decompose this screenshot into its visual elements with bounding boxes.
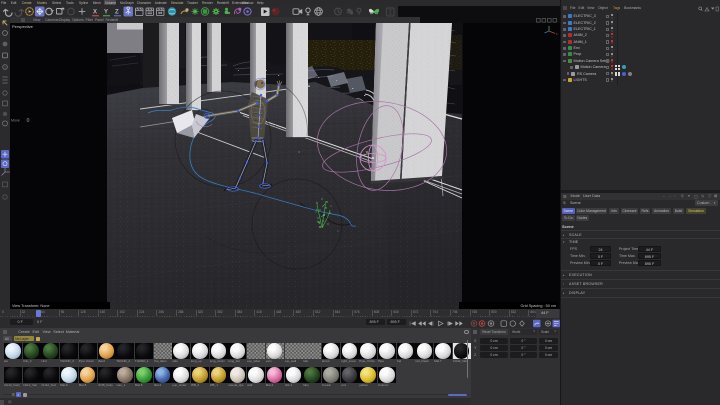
- svg-text:X: X: [93, 10, 97, 16]
- svg-text:Grid Spacing : 50 cm: Grid Spacing : 50 cm: [521, 304, 556, 308]
- svg-text:Y: Y: [104, 10, 108, 16]
- svg-text:Z: Z: [115, 10, 119, 16]
- svg-text:Perspective: Perspective: [12, 24, 34, 29]
- svg-text:Move: Move: [11, 119, 20, 123]
- svg-text:View Transform: None: View Transform: None: [12, 304, 50, 308]
